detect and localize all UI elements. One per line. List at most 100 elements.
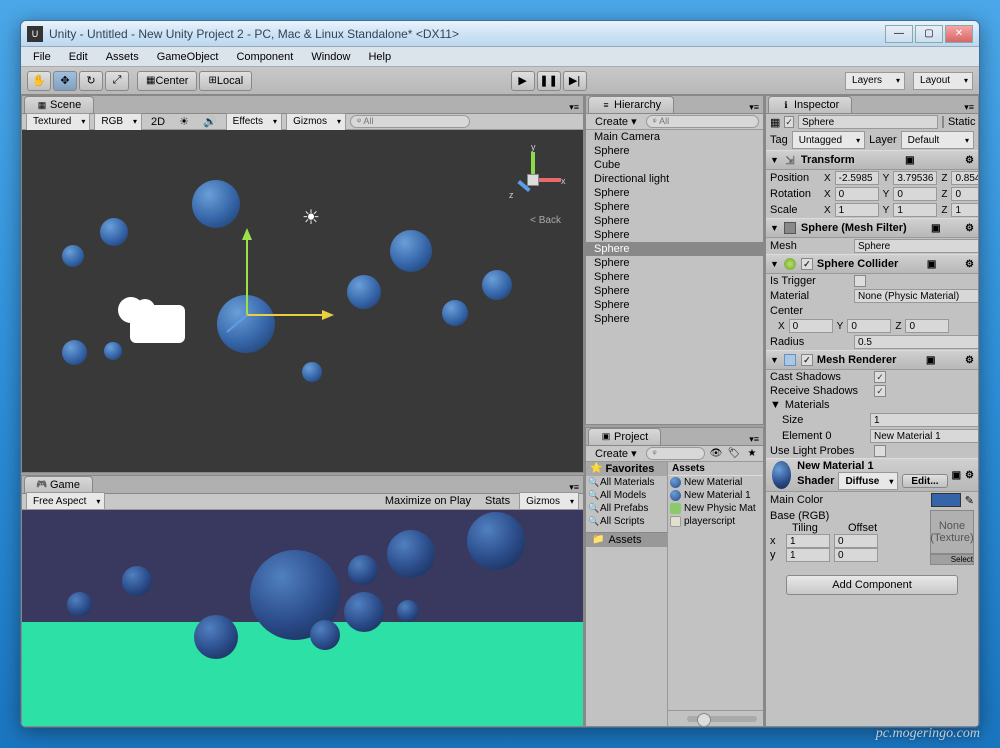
eyedropper-icon[interactable]: ✎ (965, 494, 974, 507)
shader-dropdown[interactable]: Diffuse (838, 472, 898, 490)
gameobject-name-input[interactable] (798, 115, 938, 129)
texture-slot[interactable]: None (Texture) (930, 510, 974, 554)
scene-tab[interactable]: ▦Scene (24, 96, 94, 113)
hierarchy-item[interactable]: Sphere (586, 284, 763, 298)
project-create-dropdown[interactable]: Create ▾ (590, 446, 642, 461)
search-type-icon[interactable]: ★ (745, 446, 759, 460)
material-element-input[interactable] (870, 429, 978, 443)
scale-z-input[interactable] (951, 203, 978, 217)
hierarchy-create-dropdown[interactable]: Create ▾ (590, 114, 642, 129)
component-help-icon[interactable]: ▣ (927, 259, 936, 270)
hierarchy-search[interactable]: ᵠ All (646, 115, 759, 128)
fold-icon[interactable]: ▼ (770, 355, 779, 365)
asset-item[interactable]: New Material (668, 476, 763, 489)
component-gear-icon[interactable]: ⚙ (965, 223, 974, 234)
hierarchy-item[interactable]: Sphere (586, 298, 763, 312)
component-gear-icon[interactable]: ⚙ (965, 355, 974, 366)
minimize-button[interactable]: — (885, 25, 913, 43)
component-help-icon[interactable]: ▣ (931, 223, 940, 234)
pos-z-input[interactable] (951, 171, 978, 185)
menu-help[interactable]: Help (360, 49, 399, 65)
render-mode-dropdown[interactable]: RGB (94, 113, 142, 131)
assets-folder[interactable]: 📁 Assets (586, 532, 667, 547)
hierarchy-item[interactable]: Sphere (586, 312, 763, 326)
center-y-input[interactable] (847, 319, 891, 333)
materials-size-input[interactable] (870, 413, 978, 427)
scale-y-input[interactable] (893, 203, 937, 217)
menu-gameobject[interactable]: GameObject (149, 49, 227, 65)
is-trigger-checkbox[interactable] (854, 275, 866, 287)
scene-sphere[interactable] (62, 245, 84, 267)
offset-y-input[interactable] (834, 548, 878, 562)
panel-menu-icon[interactable]: ▾≡ (565, 482, 583, 493)
effects-dropdown[interactable]: Effects (226, 113, 282, 131)
collider-enabled-checkbox[interactable]: ✓ (801, 258, 813, 270)
component-gear-icon[interactable]: ⚙ (965, 470, 974, 481)
panel-menu-icon[interactable]: ▾≡ (960, 102, 978, 113)
project-folders[interactable]: ⭐ Favorites All MaterialsAll ModelsAll P… (586, 462, 668, 726)
center-x-input[interactable] (789, 319, 833, 333)
game-tab[interactable]: 🎮Game (24, 476, 93, 493)
layer-dropdown[interactable]: Default (901, 131, 974, 149)
game-gizmos-dropdown[interactable]: Gizmos (519, 492, 579, 510)
menu-assets[interactable]: Assets (98, 49, 147, 65)
offset-x-input[interactable] (834, 534, 878, 548)
hierarchy-tab[interactable]: ≡Hierarchy (588, 96, 674, 113)
pivot-center-button[interactable]: ▦ Center (137, 71, 197, 91)
radius-input[interactable] (854, 335, 978, 349)
hierarchy-item[interactable]: Sphere (586, 186, 763, 200)
shading-mode-dropdown[interactable]: Textured (26, 113, 90, 131)
scene-search[interactable]: ᵠ All (350, 115, 470, 128)
axis-gizmo[interactable]: y x z (503, 150, 563, 210)
scene-sphere[interactable] (442, 300, 468, 326)
collider-header[interactable]: ▼ ✓ Sphere Collider ▣ ⚙ (766, 254, 978, 274)
project-assets[interactable]: Assets New MaterialNew Material 1New Phy… (668, 462, 763, 726)
move-tool[interactable]: ✥ (53, 71, 77, 91)
axis-x[interactable] (539, 178, 561, 182)
hierarchy-item[interactable]: Sphere (586, 144, 763, 158)
tiling-y-input[interactable] (786, 548, 830, 562)
maximize-button[interactable]: ▢ (915, 25, 943, 43)
transform-header[interactable]: ▼ ⇲ Transform ▣ ⚙ (766, 150, 978, 170)
maximize-on-play-toggle[interactable]: Maximize on Play (380, 494, 476, 508)
layers-dropdown[interactable]: Layers (845, 72, 905, 90)
pos-x-input[interactable] (835, 171, 879, 185)
panel-menu-icon[interactable]: ▾≡ (565, 102, 583, 113)
material-header[interactable]: New Material 1 Shader Diffuse Edit... ▣ … (766, 458, 978, 492)
texture-select-button[interactable]: Select (930, 554, 974, 565)
mesh-input[interactable] (854, 239, 978, 253)
favorite-item[interactable]: All Materials (586, 476, 667, 489)
inspector-tab[interactable]: ℹInspector (768, 96, 852, 113)
menu-edit[interactable]: Edit (61, 49, 96, 65)
scene-sphere[interactable] (104, 342, 122, 360)
fold-icon[interactable]: ▼ (770, 223, 779, 233)
renderer-header[interactable]: ▼ ✓ Mesh Renderer ▣ ⚙ (766, 350, 978, 370)
axis-y[interactable] (531, 152, 535, 174)
static-checkbox[interactable] (942, 116, 944, 128)
rot-x-input[interactable] (835, 187, 879, 201)
close-button[interactable]: ✕ (945, 25, 973, 43)
favorite-item[interactable]: All Models (586, 489, 667, 502)
axis-cube[interactable] (527, 174, 539, 186)
search-filter-icon[interactable]: 👁 (709, 446, 723, 460)
hierarchy-item[interactable]: Sphere (586, 200, 763, 214)
menu-component[interactable]: Component (228, 49, 301, 65)
hierarchy-item[interactable]: Sphere (586, 256, 763, 270)
scene-view[interactable]: ☀ y x (22, 130, 583, 472)
component-help-icon[interactable]: ▣ (905, 155, 914, 166)
menu-file[interactable]: File (25, 49, 59, 65)
hierarchy-item[interactable]: Directional light (586, 172, 763, 186)
search-label-icon[interactable]: 🏷 (727, 446, 741, 460)
pause-button[interactable]: ❚❚ (537, 71, 561, 91)
hierarchy-item[interactable]: Sphere (586, 228, 763, 242)
component-gear-icon[interactable]: ⚙ (965, 259, 974, 270)
fold-icon[interactable]: ▼ (770, 155, 779, 165)
hand-tool[interactable]: ✋ (27, 71, 51, 91)
menu-window[interactable]: Window (303, 49, 358, 65)
scene-gizmos-dropdown[interactable]: Gizmos (286, 113, 346, 131)
edit-shader-button[interactable]: Edit... (902, 474, 947, 488)
game-view[interactable] (22, 510, 583, 726)
layout-dropdown[interactable]: Layout (913, 72, 973, 90)
meshfilter-header[interactable]: ▼ Sphere (Mesh Filter) ▣ ⚙ (766, 218, 978, 238)
aspect-dropdown[interactable]: Free Aspect (26, 492, 105, 510)
